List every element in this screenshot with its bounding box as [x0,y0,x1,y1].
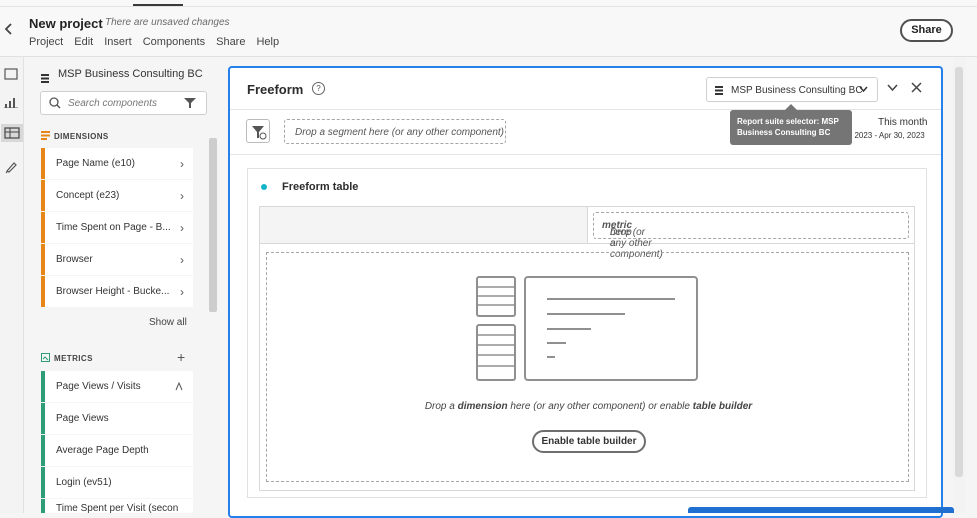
report-suite-tooltip: Report suite selector: MSP Business Cons… [730,104,852,145]
metrics-section-label: METRICS [54,354,93,363]
panel-title: Freeform [247,82,304,97]
panel-scrollbar[interactable] [208,127,218,511]
segment-drop-zone[interactable]: Drop a segment here (or any other compon… [284,119,506,144]
panel-report-suite[interactable]: MSP Business Consulting BC [58,68,203,80]
chevron-down-icon [859,86,868,93]
segment-filter-button[interactable] [246,119,270,143]
chevron-right-icon[interactable]: › [180,189,184,203]
top-bar: New project There are unsaved changes Pr… [0,0,977,57]
left-rail [0,57,24,513]
close-icon[interactable] [911,82,922,93]
components-icon[interactable] [1,124,23,142]
search-icon [49,97,61,109]
metrics-icon [41,353,50,362]
search-placeholder: Search components [68,98,157,109]
dimensions-section-label: DIMENSIONS [54,132,109,141]
panels-icon[interactable] [4,67,20,81]
help-icon[interactable]: ? [312,82,325,95]
chevron-right-icon[interactable]: › [180,157,184,171]
menu-share[interactable]: Share [216,36,245,48]
freeform-table-visualization: Freeform table Drop a metric here (or an… [247,168,927,498]
dimension-item[interactable]: Browser › [41,244,193,275]
menu-project[interactable]: Project [29,36,63,48]
metric-item[interactable]: Time Spent per Visit (secon [41,499,193,513]
report-suite-selector[interactable]: MSP Business Consulting BC [706,77,878,102]
add-metric-icon[interactable]: + [177,349,185,365]
bottom-toast-bar [688,507,954,513]
visualization-title: Freeform table [282,181,359,193]
date-range-value[interactable]: , 2023 - Apr 30, 2023 [850,131,925,140]
segment-divider [230,154,941,155]
search-components-input[interactable]: Search components [40,91,207,115]
menu-edit[interactable]: Edit [74,36,93,48]
dimension-item[interactable]: Page Name (e10) › [41,148,193,179]
collapse-chevron-icon[interactable] [887,84,898,92]
project-title: New project [29,16,103,31]
page-scroll-thumb[interactable] [955,67,963,477]
menu-components[interactable]: Components [143,36,205,48]
dimension-item[interactable]: Browser Height - Bucke... › [41,276,193,307]
metric-item[interactable]: Page Views [41,403,193,434]
menu-help[interactable]: Help [256,36,279,48]
menu-bar: Project Edit Insert Components Share Hel… [29,36,290,48]
date-range-label[interactable]: This month [878,117,927,128]
filter-icon[interactable] [184,97,196,109]
top-divider [0,6,977,7]
chevron-right-icon[interactable]: › [180,221,184,235]
unsaved-changes-note: There are unsaved changes [105,17,230,28]
chevron-right-icon[interactable]: › [180,285,184,299]
visualization-status-dot [261,184,267,190]
metric-item[interactable]: Page Views / Visits [41,371,193,402]
menu-insert[interactable]: Insert [104,36,132,48]
dimensions-icon [41,131,50,140]
back-chevron-icon[interactable] [4,22,16,40]
page-scrollbar[interactable] [953,57,965,513]
visualizations-icon[interactable] [4,95,20,109]
freeform-table: Drop a metric here (or any other compone… [259,206,915,491]
calculated-metric-icon [175,382,183,391]
show-all-link[interactable]: Show all [149,317,187,328]
segment-filter-icon [252,126,267,140]
dimension-drop-text: Drop a dimension here (or any other comp… [424,401,753,412]
brush-icon[interactable] [4,160,20,174]
dimension-item[interactable]: Concept (e23) › [41,180,193,211]
active-tab-indicator [133,4,183,6]
freeform-panel: Freeform ? MSP Business Consulting BC Dr… [228,66,943,518]
enable-table-builder-button[interactable]: Enable table builder [532,430,646,453]
table-builder-illustration [476,276,698,381]
dimension-item[interactable]: Time Spent on Page - B... › [41,212,193,243]
table-header-metric: Drop a metric here (or any other compone… [588,207,914,260]
share-button[interactable]: Share [900,19,953,42]
chevron-right-icon[interactable]: › [180,253,184,267]
report-suite-value: MSP Business Consulting BC [731,85,863,96]
metric-drop-zone[interactable]: Drop a metric here (or any other compone… [593,212,909,260]
panel-scroll-thumb[interactable] [209,138,217,312]
table-header-dimension [260,207,588,244]
components-panel: MSP Business Consulting BC Search compon… [24,57,222,513]
metric-item[interactable]: Average Page Depth [41,435,193,466]
metric-item[interactable]: Login (ev51) [41,467,193,498]
report-suite-icon [41,70,49,83]
report-suite-icon [715,86,723,95]
dimension-drop-zone[interactable]: Drop a dimension here (or any other comp… [266,252,909,482]
